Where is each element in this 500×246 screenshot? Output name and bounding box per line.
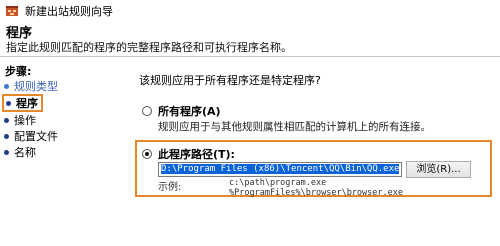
all-programs-description: 规则应用于与其他规则属性相匹配的计算机上的所有连接。: [158, 121, 431, 133]
steps-sidebar: 步骤: 规则类型 程序 操作 配置文件 名称: [0, 57, 112, 246]
step-profile: 配置文件: [4, 129, 58, 143]
step-label: 操作: [14, 114, 36, 127]
step-label: 配置文件: [14, 130, 58, 143]
program-path-group: 此程序路径(T): D:\Program Files (x86)\Tencent…: [135, 140, 492, 198]
example-path: %ProgramFiles%\browser\browser.exe: [229, 188, 403, 198]
step-name: 名称: [4, 145, 36, 159]
program-path-label[interactable]: 此程序路径(T):: [158, 146, 235, 162]
step-bullet-icon: [4, 149, 9, 155]
firewall-wizard-icon: [6, 6, 18, 16]
wizard-content: 该规则应用于所有程序还是特定程序? 所有程序(A) 规则应用于与其他规则属性相匹…: [117, 57, 500, 246]
step-bullet-icon: [6, 100, 11, 106]
program-path-radio[interactable]: [142, 149, 152, 159]
program-question: 该规则应用于所有程序还是特定程序?: [139, 74, 321, 87]
step-label: 规则类型: [14, 80, 58, 93]
all-programs-radio[interactable]: [142, 106, 152, 116]
step-program[interactable]: 程序: [2, 94, 43, 112]
program-path-value: D:\Program Files (x86)\Tencent\QQ\Bin\QQ…: [161, 164, 400, 174]
all-programs-label[interactable]: 所有程序(A): [158, 103, 221, 119]
step-bullet-icon: [4, 117, 9, 123]
browse-button[interactable]: 浏览(R)...: [406, 161, 471, 178]
example-path: c:\path\program.exe: [229, 178, 327, 188]
program-path-input[interactable]: D:\Program Files (x86)\Tencent\QQ\Bin\QQ…: [158, 162, 402, 177]
step-action: 操作: [4, 113, 36, 127]
step-rule-type[interactable]: 规则类型: [4, 79, 58, 93]
window-title: 新建出站规则向导: [25, 5, 113, 18]
wizard-header: 程序 指定此规则匹配的程序的完整程序路径和可执行程序名称。: [0, 22, 500, 56]
steps-title: 步骤:: [5, 65, 32, 78]
example-label: 示例:: [158, 182, 182, 193]
step-label: 名称: [14, 146, 36, 159]
step-bullet-icon: [4, 83, 9, 89]
window-titlebar: 新建出站规则向导: [0, 0, 500, 22]
page-subtitle: 指定此规则匹配的程序的完整程序路径和可执行程序名称。: [6, 41, 292, 54]
step-bullet-icon: [4, 133, 9, 139]
step-label: 程序: [16, 97, 38, 110]
